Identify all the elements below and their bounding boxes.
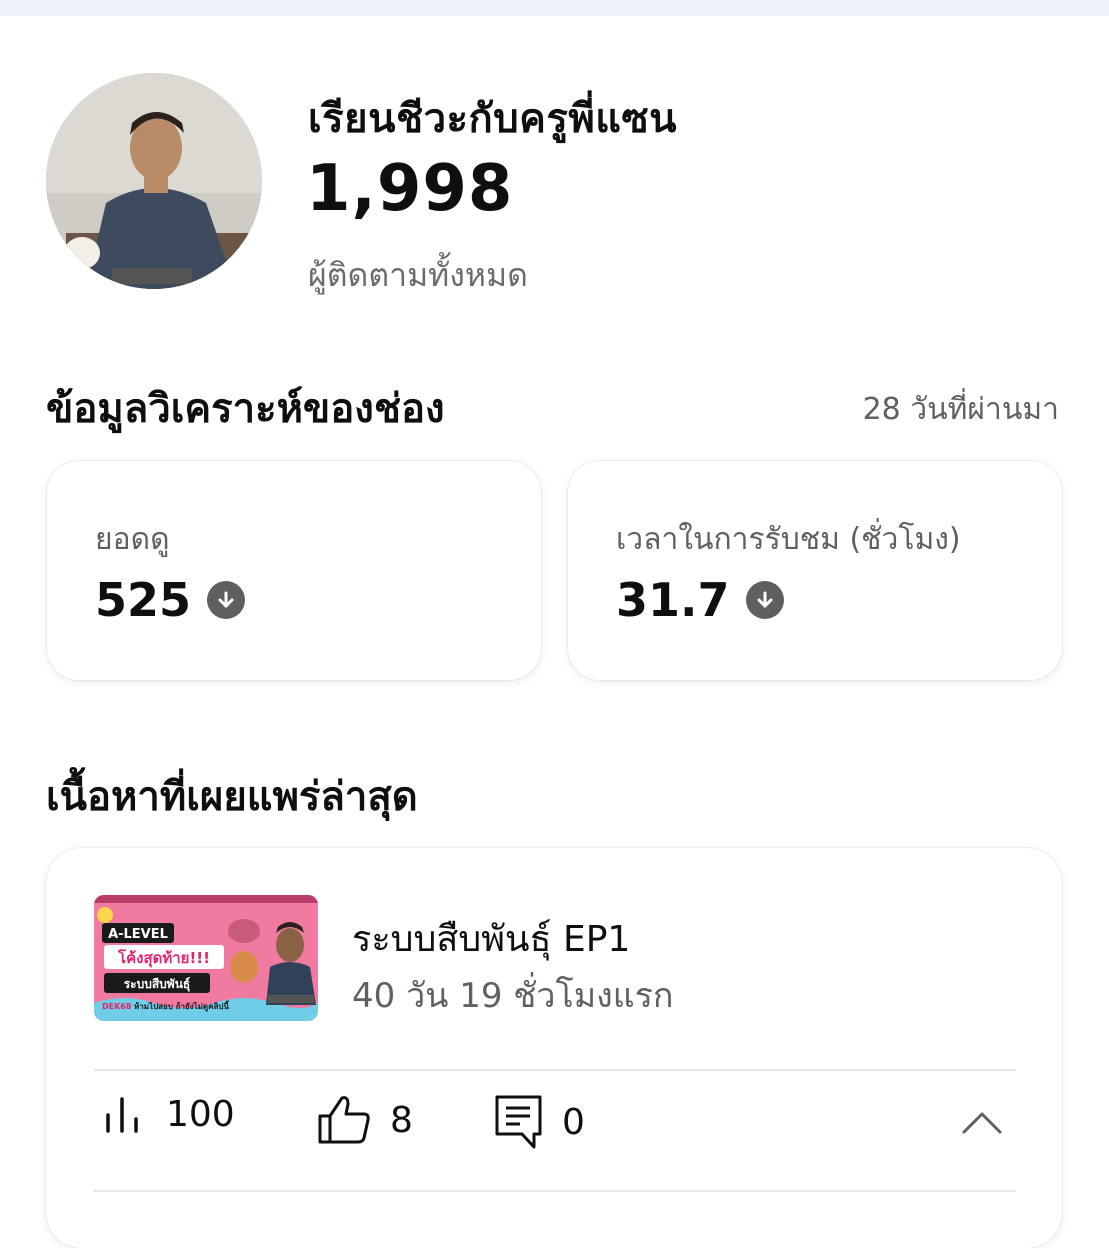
comments-metric: 0: [494, 1094, 585, 1150]
thumbnail-line1: A-LEVEL: [108, 927, 168, 942]
collapse-chevron-icon[interactable]: [962, 1110, 1002, 1138]
views-value-row: 525: [95, 573, 246, 627]
comments-metric-value: 0: [562, 1101, 585, 1143]
thumbnail-line3: ระบบสืบพันธุ์: [124, 977, 191, 992]
watch-time-value-row: 31.7: [616, 573, 784, 627]
watch-time-label: เวลาในการรับชม (ชั่วโมง): [616, 522, 961, 557]
watch-time-value: 31.7: [616, 573, 730, 627]
subscriber-label: ผู้ติดตามทั้งหมด: [308, 256, 528, 294]
video-title[interactable]: ระบบสืบพันธุ์ EP1: [352, 910, 630, 967]
latest-content-title: เนื้อหาที่เผยแพร่ล่าสุด: [46, 774, 418, 820]
card-divider: [94, 1069, 1016, 1071]
views-stat-card[interactable]: ยอดดู 525: [47, 461, 541, 680]
watch-time-stat-card[interactable]: เวลาในการรับชม (ชั่วโมง) 31.7: [568, 461, 1062, 680]
video-thumbnail[interactable]: A-LEVEL โค้งสุดท้าย!!! ระบบสืบพันธุ์ DEK…: [94, 895, 318, 1021]
arrow-down-circle-icon: [745, 581, 784, 619]
views-metric-value: 100: [166, 1094, 235, 1135]
views-value: 525: [95, 573, 192, 627]
channel-name: เรียนชีวะกับครูพี่แซน: [308, 96, 678, 142]
thumbnail-line4: ห้ามไปสอบ ถ้ายังไม่ดูคลิปนี้: [134, 1000, 230, 1012]
video-age: 40 วัน 19 ชั่วโมงแรก: [352, 976, 674, 1016]
top-status-strip: [0, 0, 1109, 16]
latest-video-card[interactable]: A-LEVEL โค้งสุดท้าย!!! ระบบสืบพันธุ์ DEK…: [46, 848, 1062, 1248]
thumbnail-line4-highlight: DEK68: [102, 1002, 132, 1011]
views-metric: 100: [104, 1094, 235, 1135]
thumbnail-line2: โค้งสุดท้าย!!!: [117, 948, 210, 968]
bar-chart-icon: [106, 1096, 138, 1133]
avatar-photo: [46, 73, 262, 289]
channel-avatar[interactable]: [46, 73, 262, 289]
arrow-down-circle-icon: [207, 581, 246, 619]
likes-metric: 8: [316, 1094, 413, 1146]
thumbs-up-icon: [318, 1096, 370, 1144]
channel-dashboard: เรียนชีวะกับครูพี่แซน 1,998 ผู้ติดตามทั้…: [0, 16, 1109, 1248]
likes-metric-value: 8: [390, 1099, 413, 1141]
subscriber-count: 1,998: [306, 152, 514, 226]
comment-icon: [495, 1095, 542, 1149]
views-label: ยอดดู: [95, 522, 170, 557]
thumbnail-art: A-LEVEL โค้งสุดท้าย!!! ระบบสืบพันธุ์ DEK…: [94, 895, 318, 1021]
analytics-section-title: ข้อมูลวิเคราะห์ของช่อง: [46, 386, 445, 432]
card-bottom-divider: [94, 1190, 1016, 1192]
analytics-period[interactable]: 28 วันที่ผ่านมา: [863, 386, 1059, 433]
